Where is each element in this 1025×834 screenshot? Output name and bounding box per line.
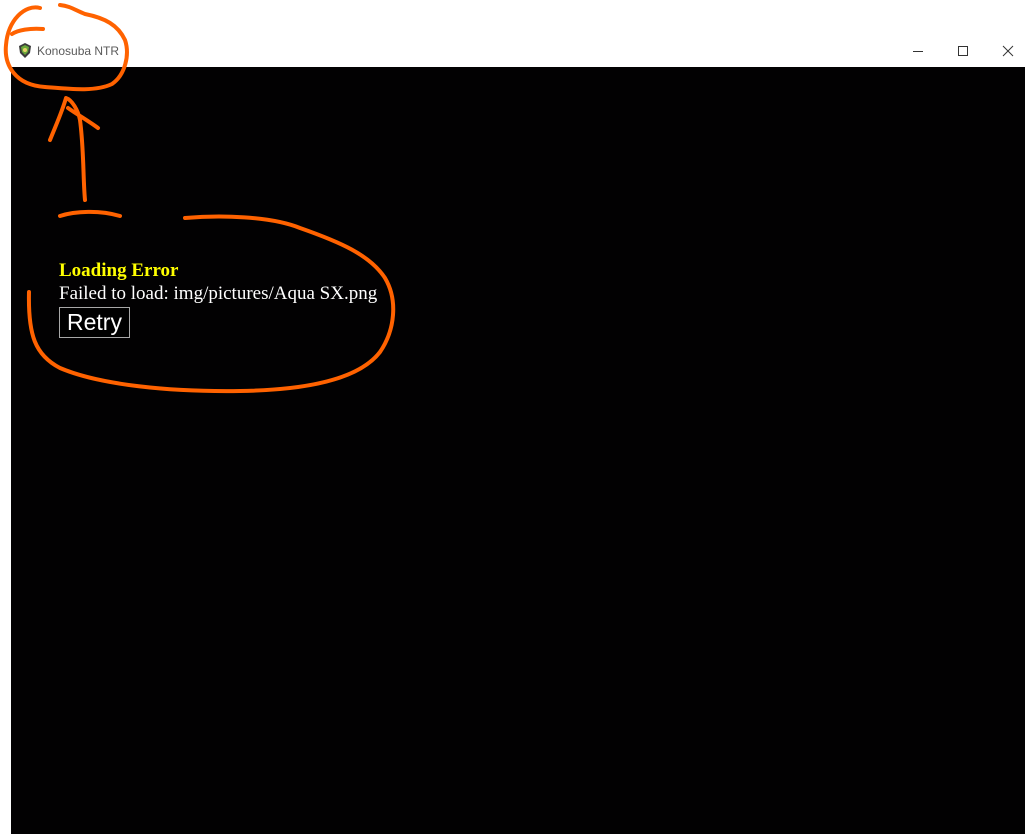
window-title-bar[interactable]: Konosuba NTR: [11, 35, 1025, 67]
minimize-icon: [913, 51, 923, 52]
error-message: Failed to load: img/pictures/Aqua SX.png: [59, 283, 378, 304]
app-icon: [19, 43, 31, 58]
retry-button[interactable]: Retry: [59, 307, 130, 338]
close-icon: [1002, 45, 1014, 57]
error-title: Loading Error: [59, 260, 179, 281]
minimize-button[interactable]: [895, 35, 941, 67]
maximize-icon: [958, 46, 968, 56]
close-button[interactable]: [985, 35, 1025, 67]
game-viewport[interactable]: Loading Error Failed to load: img/pictur…: [11, 67, 1025, 834]
maximize-button[interactable]: [940, 35, 986, 67]
loading-error-panel: Loading Error Failed to load: img/pictur…: [59, 260, 377, 338]
window-title: Konosuba NTR: [37, 44, 120, 58]
screen: Konosuba NTR Loading Error Failed to loa…: [0, 0, 1025, 834]
